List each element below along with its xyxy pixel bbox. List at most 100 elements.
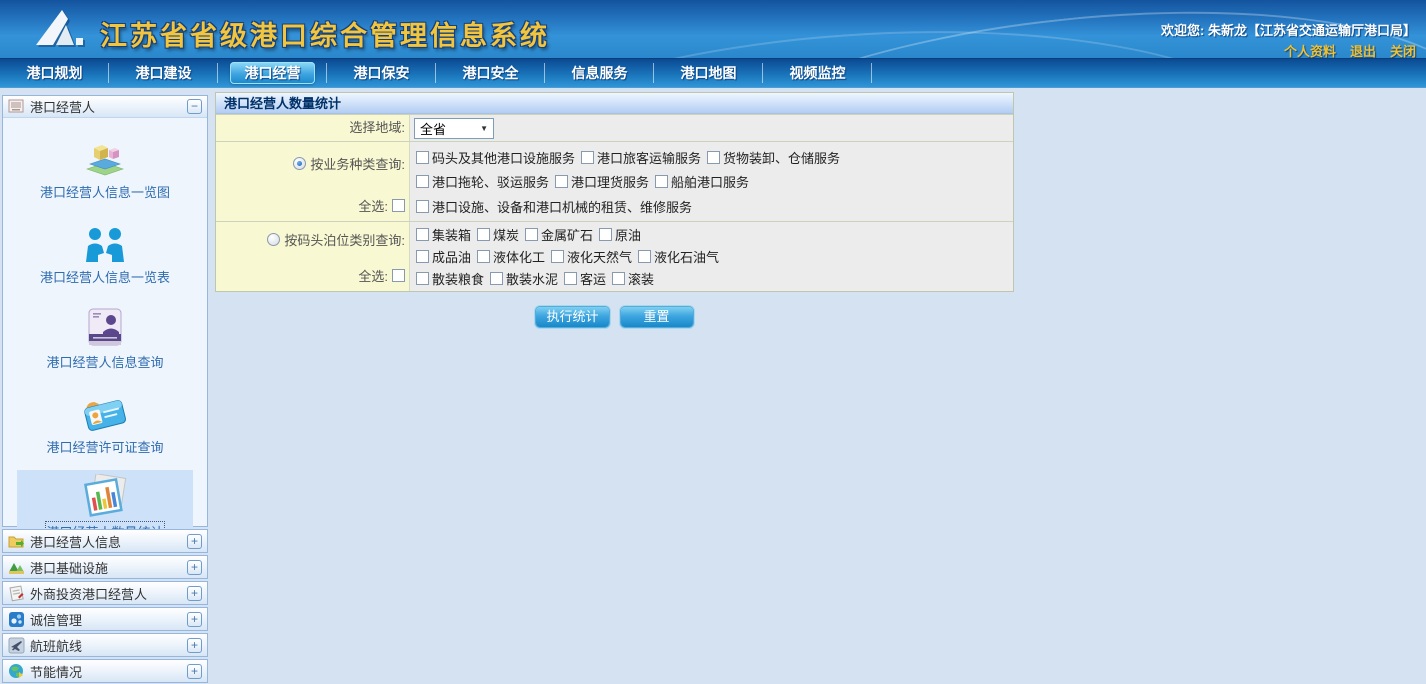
checkbox-label: 港口理货服务	[571, 172, 649, 191]
checkbox[interactable]	[477, 250, 490, 263]
checkbox[interactable]	[551, 250, 564, 263]
checkbox-label: 码头及其他港口设施服务	[432, 148, 575, 167]
checkbox[interactable]	[416, 151, 429, 164]
region-row: 选择地域: 全省 ▼	[216, 114, 1013, 141]
berth-select-all-checkbox[interactable]	[392, 269, 405, 282]
sidebar: 港口经营人 − 港口经营人信息一览图港口经营人信息一览表港口经营人信息查询港口经…	[2, 95, 208, 684]
checkbox[interactable]	[416, 250, 429, 263]
sidebar-collapsed-panel-4: 诚信管理+	[2, 607, 208, 631]
checkbox[interactable]	[655, 175, 668, 188]
checkbox[interactable]	[555, 175, 568, 188]
sidebar-collapsed-panel-3: 外商投资港口经营人+	[2, 581, 208, 605]
nav-tab-label: 港口保安	[339, 62, 424, 84]
idcard-purple-icon	[84, 306, 126, 348]
folder-icon	[8, 533, 25, 550]
nav-tab-3[interactable]: 港口经营	[218, 59, 327, 87]
app-header: 江苏省省级港口综合管理信息系统 欢迎您: 朱新龙【江苏省交通运输厅港口局】 个人…	[0, 0, 1426, 58]
nav-tab-label: 港口经营	[230, 62, 315, 84]
main-panel: 港口经营人数量统计 选择地域: 全省 ▼ 按业务种类查询:	[215, 92, 1420, 327]
checkbox-label: 原油	[615, 225, 641, 244]
infrastructure-icon	[8, 559, 25, 576]
app-logo-icon	[28, 5, 90, 58]
nav-tab-5[interactable]: 港口安全	[436, 59, 545, 87]
checkbox[interactable]	[564, 272, 577, 285]
sidebar-collapsed-panels: 港口经营人信息+港口基础设施+外商投资港口经营人+诚信管理+航班航线+节能情况+…	[2, 529, 208, 684]
collapse-button[interactable]: −	[187, 99, 202, 114]
checkbox[interactable]	[490, 272, 503, 285]
nav-tab-8[interactable]: 视频监控	[763, 59, 872, 87]
sidebar-collapsed-panel-6: 节能情况+	[2, 659, 208, 683]
close-link[interactable]: 关闭	[1390, 41, 1416, 58]
checkbox[interactable]	[581, 151, 594, 164]
berth-category-radio[interactable]	[267, 233, 280, 246]
nav-tab-2[interactable]: 港口建设	[109, 59, 218, 87]
app-title: 江苏省省级港口综合管理信息系统	[100, 14, 550, 53]
sidebar-panel-header[interactable]: 港口基础设施+	[3, 556, 207, 578]
picture-icon	[8, 98, 25, 115]
nav-tab-label: 港口建设	[121, 62, 206, 84]
expand-button[interactable]: +	[187, 638, 202, 653]
sidebar-panel-title: 外商投资港口经营人	[30, 584, 187, 603]
boxes-icon	[82, 136, 128, 178]
sidebar-panel-header[interactable]: 港口经营人信息+	[3, 530, 207, 552]
checkbox[interactable]	[477, 228, 490, 241]
flight-icon	[8, 637, 25, 654]
checkbox[interactable]	[599, 228, 612, 241]
region-select[interactable]: 全省 ▼	[414, 118, 494, 139]
business-type-options: 码头及其他港口设施服务港口旅客运输服务货物装卸、仓储服务港口拖轮、驳运服务港口理…	[410, 142, 1013, 221]
sidebar-item-3[interactable]: 港口经营人信息查询	[17, 300, 193, 379]
sidebar-panel-header[interactable]: 港口经营人 −	[3, 96, 207, 118]
business-type-row: 按业务种类查询: 全选: 码头及其他港口设施服务港口旅客运输服务货物装卸、仓储服…	[216, 141, 1013, 221]
content-area: 港口经营人 − 港口经营人信息一览图港口经营人信息一览表港口经营人信息查询港口经…	[0, 88, 1426, 684]
business-type-radio[interactable]	[293, 157, 306, 170]
checkbox-label: 液化石油气	[654, 247, 719, 266]
checkbox-line: 港口设施、设备和港口机械的租赁、维修服务	[416, 197, 1013, 216]
welcome-text: 欢迎您: 朱新龙【江苏省交通运输厅港口局】	[1161, 20, 1416, 39]
header-links: 个人资料 退出 关闭	[1284, 41, 1416, 58]
nav-tab-label: 港口安全	[448, 62, 533, 84]
checkbox[interactable]	[707, 151, 720, 164]
sidebar-item-2[interactable]: 港口经营人信息一览表	[17, 215, 193, 294]
checkbox-line: 港口拖轮、驳运服务 港口理货服务 船舶港口服务	[416, 172, 1013, 191]
expand-button[interactable]: +	[187, 586, 202, 601]
expand-button[interactable]: +	[187, 664, 202, 679]
nav-tab-1[interactable]: 港口规划	[0, 59, 109, 87]
foreign-invest-icon	[8, 585, 25, 602]
nav-tab-7[interactable]: 港口地图	[654, 59, 763, 87]
expand-button[interactable]: +	[187, 534, 202, 549]
checkbox[interactable]	[525, 228, 538, 241]
sidebar-panel-header[interactable]: 节能情况+	[3, 660, 207, 682]
logout-link[interactable]: 退出	[1350, 41, 1376, 58]
expand-button[interactable]: +	[187, 560, 202, 575]
sidebar-panel-title: 港口经营人信息	[30, 532, 187, 551]
sidebar-panel-port-operators: 港口经营人 − 港口经营人信息一览图港口经营人信息一览表港口经营人信息查询港口经…	[2, 95, 208, 527]
reset-button[interactable]: 重置	[621, 307, 693, 327]
sidebar-panel-header[interactable]: 航班航线+	[3, 634, 207, 656]
sidebar-item-1[interactable]: 港口经营人信息一览图	[17, 130, 193, 209]
checkbox-label: 船舶港口服务	[671, 172, 749, 191]
checkbox[interactable]	[638, 250, 651, 263]
checkbox[interactable]	[416, 228, 429, 241]
sidebar-item-4[interactable]: 港口经营许可证查询	[17, 385, 193, 464]
sidebar-panel-header[interactable]: 外商投资港口经营人+	[3, 582, 207, 604]
nav-tab-6[interactable]: 信息服务	[545, 59, 654, 87]
sidebar-panel-header[interactable]: 诚信管理+	[3, 608, 207, 630]
nav-tab-label: 港口地图	[666, 62, 751, 84]
business-select-all-checkbox[interactable]	[392, 199, 405, 212]
nav-tab-label: 信息服务	[557, 62, 642, 84]
sidebar-collapsed-panel-2: 港口基础设施+	[2, 555, 208, 579]
checkbox[interactable]	[612, 272, 625, 285]
checkbox[interactable]	[416, 175, 429, 188]
execute-statistics-button[interactable]: 执行统计	[536, 307, 608, 327]
checkbox-label: 港口拖轮、驳运服务	[432, 172, 549, 191]
checkbox-label: 煤炭	[493, 225, 519, 244]
checkbox[interactable]	[416, 200, 429, 213]
checkbox-label: 成品油	[432, 247, 471, 266]
profile-link[interactable]: 个人资料	[1284, 41, 1336, 58]
checkbox[interactable]	[416, 272, 429, 285]
nav-tab-4[interactable]: 港口保安	[327, 59, 436, 87]
checkbox-line: 成品油液体化工液化天然气液化石油气	[416, 247, 1013, 266]
sidebar-collapsed-panel-5: 航班航线+	[2, 633, 208, 657]
expand-button[interactable]: +	[187, 612, 202, 627]
people-icon	[83, 221, 127, 263]
